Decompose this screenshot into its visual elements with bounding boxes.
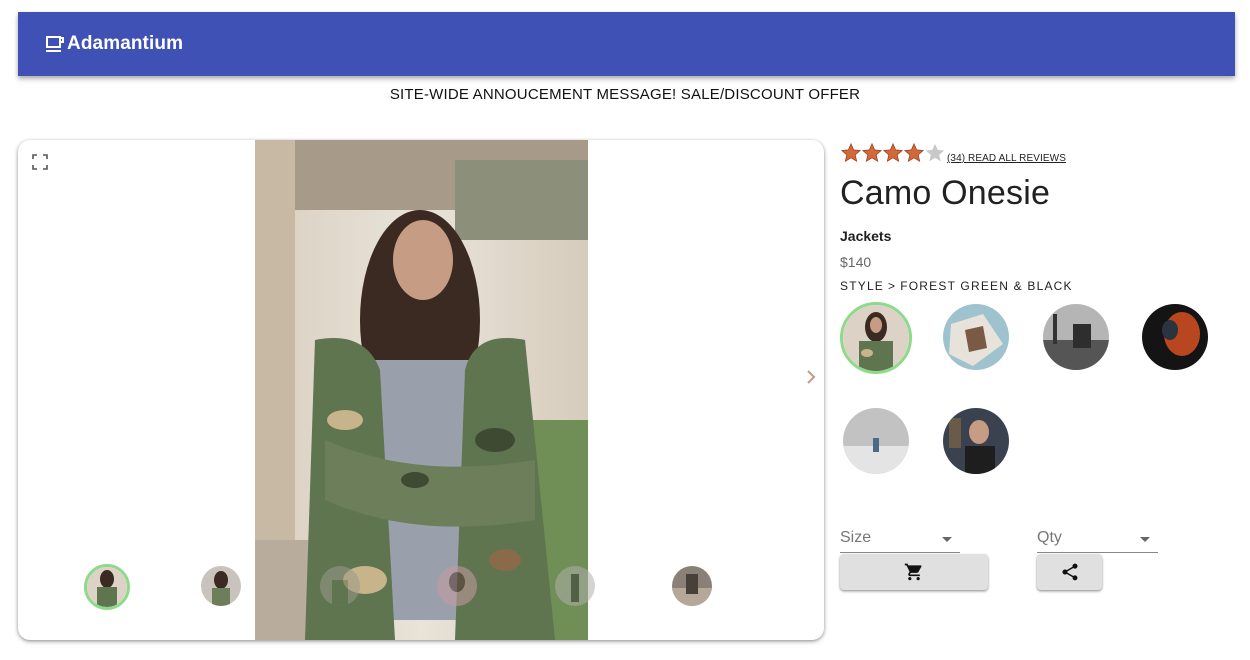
cart-icon — [904, 563, 922, 581]
brand-name: Adamantium — [67, 33, 184, 54]
thumbnail[interactable] — [320, 566, 360, 606]
star-icon — [903, 142, 925, 163]
thumbnail[interactable] — [201, 566, 241, 606]
cup-icon — [46, 36, 64, 52]
add-to-cart-button[interactable] — [840, 554, 988, 590]
style-swatch[interactable] — [840, 302, 912, 374]
style-swatch[interactable] — [1043, 304, 1109, 370]
thumbnail[interactable] — [84, 564, 130, 610]
star-icon — [925, 143, 945, 162]
product-info: (34) READ ALL REVIEWS Camo Onesie Jacket… — [840, 140, 1240, 590]
star-icon — [840, 142, 862, 163]
product-category: Jackets — [840, 228, 892, 244]
style-name: FOREST GREEN & BLACK — [900, 279, 1073, 293]
product-price: $140 — [840, 254, 872, 270]
share-icon — [1062, 563, 1077, 581]
thumbnail[interactable] — [555, 566, 595, 606]
style-label: STYLE — [840, 279, 885, 293]
chevron-right-icon[interactable] — [804, 369, 818, 385]
thumbnail[interactable] — [437, 566, 477, 606]
chevron-down-icon — [942, 537, 952, 542]
chevron-down-icon — [1140, 537, 1150, 542]
app-bar: Adamantium — [18, 12, 1235, 76]
rating-row: (34) READ ALL REVIEWS — [840, 140, 1240, 164]
announcement-banner: SITE-WIDE ANNOUCEMENT MESSAGE! SALE/DISC… — [389, 86, 861, 103]
image-gallery — [18, 140, 824, 640]
product-title: Camo Onesie — [840, 174, 1051, 212]
qty-placeholder: Qty — [1037, 529, 1062, 546]
main-product-photo[interactable] — [255, 140, 588, 640]
style-swatch[interactable] — [943, 408, 1009, 474]
style-swatch[interactable] — [1142, 304, 1208, 370]
share-button[interactable] — [1037, 554, 1102, 590]
thumbnail[interactable] — [672, 566, 712, 606]
style-swatch[interactable] — [843, 408, 909, 474]
style-swatch[interactable] — [943, 304, 1009, 370]
read-reviews-link[interactable]: (34) READ ALL REVIEWS — [947, 153, 1066, 164]
size-select[interactable]: Size — [840, 522, 960, 553]
style-separator: > — [888, 279, 897, 293]
fullscreen-icon[interactable] — [32, 154, 48, 170]
brand[interactable]: Adamantium — [45, 33, 183, 55]
qty-select[interactable]: Qty — [1037, 522, 1158, 553]
star-rating — [840, 142, 945, 164]
size-placeholder: Size — [840, 529, 872, 546]
style-selector-label: STYLE > FOREST GREEN & BLACK — [840, 279, 1073, 293]
star-icon — [861, 142, 883, 163]
star-icon — [882, 142, 904, 163]
